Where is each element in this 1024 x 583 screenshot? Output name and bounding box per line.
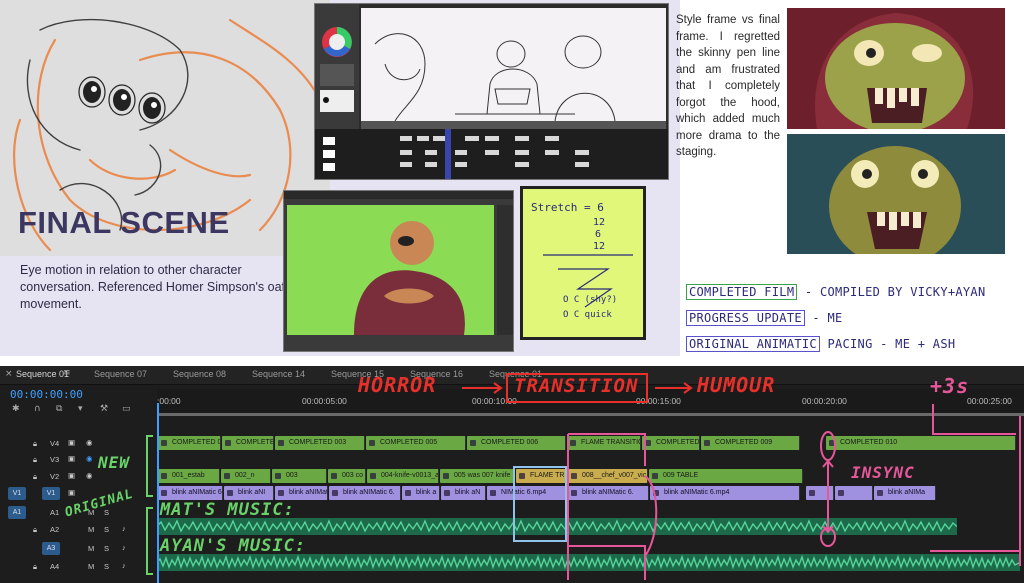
sticky-note-image: Stretch = 6 12 6 12 O C (shy?) O C quick [520, 186, 646, 340]
final-frame-drawing [829, 146, 961, 254]
scene-caption: Eye motion in relation to other characte… [20, 263, 301, 311]
legend-progress-update-note: - ME [812, 311, 843, 325]
legend-original-animatic: ORIGINAL ANIMATIC PACING - ME + ASH [686, 336, 955, 352]
annotation-new: NEW [98, 453, 130, 472]
storyboard-app-screenshot [314, 3, 669, 180]
legend-progress-update-label: PROGRESS UPDATE [686, 310, 805, 326]
annotation-humour: HUMOUR [697, 373, 776, 397]
final-frame-image [787, 134, 1005, 254]
note-line-6: O C quick [563, 310, 612, 320]
style-frame-image [787, 8, 1005, 129]
note-line-3: 6 [595, 229, 601, 240]
note-line-5: O C (shy?) [563, 295, 617, 305]
annotation-ayans-music: AYAN'S MUSIC: [160, 536, 307, 556]
annotation-mats-music: MAT'S MUSIC: [160, 500, 295, 520]
storyboard-app-drawing [315, 4, 668, 179]
annotation-insync: INSYNC [851, 463, 915, 482]
legend-progress-update: PROGRESS UPDATE - ME [686, 310, 843, 326]
sticky-note-drawing: Stretch = 6 12 6 12 O C (shy?) O C quick [531, 201, 633, 320]
note-line-2: 12 [593, 217, 605, 228]
annotation-transition: TRANSITION [514, 375, 639, 397]
legend-completed-film-label: COMPLETED FILM [686, 284, 798, 300]
annotation-plus-3s: +3s [930, 374, 970, 398]
legend-original-animatic-label: ORIGINAL ANIMATIC [686, 336, 820, 352]
page-title: FINAL SCENE [18, 205, 230, 240]
legend-completed-film: COMPLETED FILM - COMPILED BY VICKY+AYAN [686, 284, 985, 300]
annotation-horror: HORROR [358, 373, 437, 397]
animation-frame-screenshot [283, 190, 514, 352]
legend-original-animatic-note: PACING - ME + ASH [827, 337, 956, 351]
style-frame-drawing [787, 8, 1005, 129]
legend-completed-film-note: - COMPILED BY VICKY+AYAN [804, 285, 986, 299]
style-frame-note: Style frame vs final frame. I regretted … [676, 14, 780, 158]
note-line-4: 12 [593, 241, 605, 252]
animation-frame-drawing [284, 191, 513, 351]
note-line-1: Stretch = 6 [531, 201, 604, 214]
editing-timeline: × Sequence 01 ≡ Sequence 07 Sequence 08 … [0, 366, 1024, 583]
